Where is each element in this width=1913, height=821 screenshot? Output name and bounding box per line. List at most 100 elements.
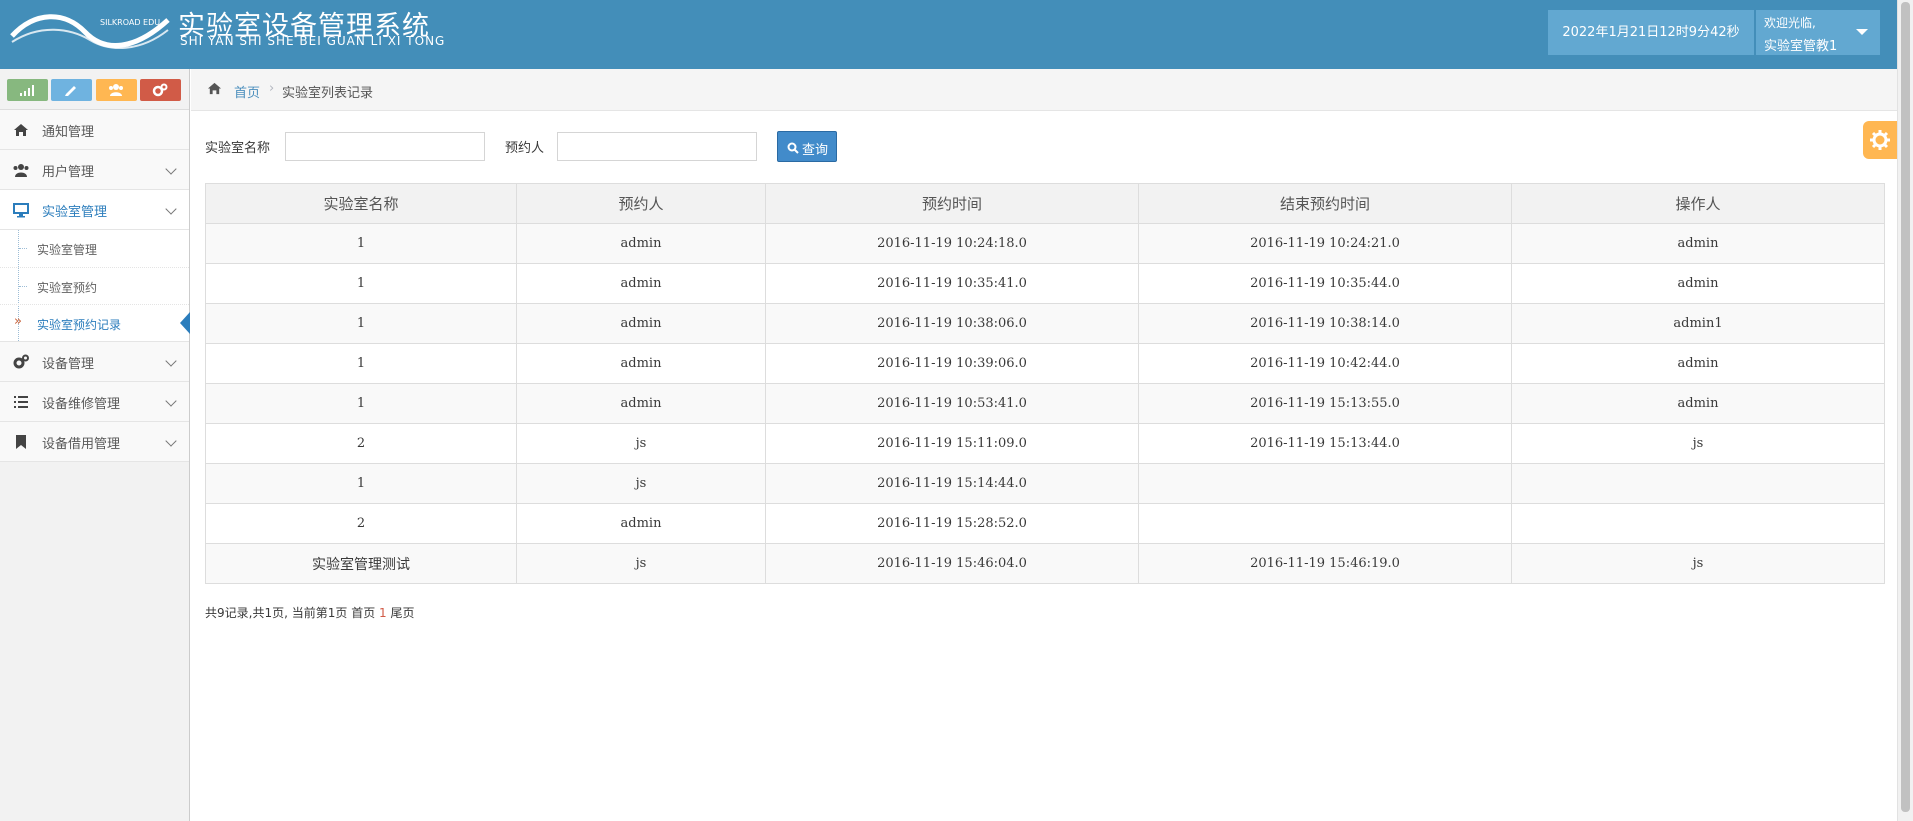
table-header-row: 实验室名称 预约人 预约时间 结束预约时间 操作人	[205, 183, 1885, 224]
table-cell: 2016-11-19 10:39:06.0	[765, 343, 1139, 384]
user-menu-toggle[interactable]: 欢迎光临, 实验室管教1	[1756, 10, 1880, 55]
reservation-table: 实验室名称 预约人 预约时间 结束预约时间 操作人 1 admin 2016-1…	[205, 183, 1885, 584]
table-cell	[1138, 463, 1512, 504]
breadcrumb-separator: ›	[269, 81, 275, 96]
sidebar-item-label: 实验室管理	[42, 205, 108, 220]
submenu-item-lab-reserve-record[interactable]: » 实验室预约记录	[0, 304, 190, 341]
table-cell: 2016-11-19 10:53:41.0	[765, 383, 1139, 424]
table-cell: 2	[205, 423, 517, 464]
chevron-down-icon	[165, 163, 177, 175]
column-header: 操作人	[1511, 183, 1885, 224]
table-cell: 1	[205, 383, 517, 424]
column-header: 预约人	[516, 183, 766, 224]
table-row: 1 admin 2016-11-19 10:35:41.0 2016-11-19…	[205, 263, 1885, 304]
sidebar-item-equipment[interactable]: 设备管理	[0, 342, 189, 382]
table-cell: 1	[205, 263, 517, 304]
sidebar-item-notice[interactable]: 通知管理	[0, 110, 189, 150]
sidebar: 通知管理 用户管理 实验室管理 实验室管理 实验室预约 » 实验室预约记录 设备…	[0, 69, 190, 821]
table-row: 2 js 2016-11-19 15:11:09.0 2016-11-19 15…	[205, 423, 1885, 464]
shortcut-signal-button[interactable]	[7, 79, 48, 101]
sidebar-shortcuts	[0, 69, 189, 110]
column-header: 结束预约时间	[1138, 183, 1512, 224]
last-page-link[interactable]: 尾页	[391, 606, 415, 620]
table-row: 1 js 2016-11-19 15:14:44.0	[205, 463, 1885, 504]
app-header: SILKROAD EDU 实验室设备管理系统 SHI YAN SHI SHE B…	[0, 0, 1897, 69]
pagination: 共9记录,共1页, 当前第1页 首页 1 尾页	[205, 604, 415, 621]
chevron-down-icon	[165, 355, 177, 367]
settings-toggle-button[interactable]	[1863, 121, 1897, 159]
pencil-icon	[65, 86, 76, 96]
submenu-item-lab-reserve[interactable]: 实验室预约	[0, 267, 189, 304]
current-datetime: 2022年1月21日12时9分42秒	[1548, 10, 1754, 55]
table-cell: 2016-11-19 15:28:52.0	[765, 503, 1139, 544]
table-cell	[1138, 503, 1512, 544]
submenu-item-label: 实验室预约	[37, 281, 98, 295]
table-cell: 2016-11-19 10:35:41.0	[765, 263, 1139, 304]
cogs-icon	[152, 83, 168, 97]
table-cell: 2016-11-19 10:38:06.0	[765, 303, 1139, 344]
table-row: 2 admin 2016-11-19 15:28:52.0	[205, 503, 1885, 544]
sidebar-item-label: 设备借用管理	[42, 437, 121, 452]
current-page-link[interactable]: 1	[379, 606, 387, 620]
pagination-summary: 共9记录,共1页, 当前第1页	[205, 606, 348, 620]
search-button[interactable]: 查询	[777, 131, 837, 162]
desktop-icon	[13, 203, 29, 218]
table-cell: 2016-11-19 10:38:14.0	[1138, 303, 1512, 344]
shortcut-users-button[interactable]	[96, 79, 137, 101]
table-cell: 2016-11-19 15:46:19.0	[1138, 543, 1512, 584]
username: 实验室管教1	[1764, 39, 1838, 54]
table-cell: 2016-11-19 15:13:44.0	[1138, 423, 1512, 464]
table-cell: 2016-11-19 15:46:04.0	[765, 543, 1139, 584]
table-cell: admin	[1511, 223, 1885, 264]
submenu-item-label: 实验室管理	[37, 243, 98, 257]
welcome-text: 欢迎光临,	[1764, 16, 1816, 30]
submenu-item-lab-manage[interactable]: 实验室管理	[0, 230, 189, 267]
chevron-down-icon	[165, 203, 177, 215]
breadcrumb: 首页 › 实验室列表记录	[191, 69, 1897, 111]
table-cell: admin	[1511, 263, 1885, 304]
lab-name-input[interactable]	[285, 132, 485, 161]
tree-dash	[19, 248, 27, 249]
sidebar-item-users[interactable]: 用户管理	[0, 150, 189, 190]
table-cell: 1	[205, 343, 517, 384]
table-cell: admin	[516, 263, 766, 304]
table-cell	[1511, 503, 1885, 544]
breadcrumb-current: 实验室列表记录	[282, 86, 374, 101]
table-cell: 2016-11-19 15:14:44.0	[765, 463, 1139, 504]
breadcrumb-home-link[interactable]: 首页	[234, 82, 260, 101]
sidebar-item-label: 设备维修管理	[42, 397, 121, 412]
users-icon	[13, 164, 29, 177]
page-scrollbar[interactable]	[1897, 0, 1913, 821]
table-cell: 2016-11-19 15:13:55.0	[1138, 383, 1512, 424]
active-pointer-icon	[180, 312, 190, 334]
reserver-input[interactable]	[557, 132, 757, 161]
table-cell: js	[516, 463, 766, 504]
submenu-item-label: 实验室预约记录	[37, 318, 122, 332]
table-cell: 实验室管理测试	[205, 543, 517, 584]
lab-name-label: 实验室名称	[205, 141, 271, 156]
table-cell: admin	[1511, 383, 1885, 424]
sidebar-item-label: 通知管理	[42, 125, 95, 140]
table-cell: admin	[516, 223, 766, 264]
table-cell: admin	[516, 343, 766, 384]
table-cell: 2016-11-19 10:35:44.0	[1138, 263, 1512, 304]
table-cell: admin1	[1511, 303, 1885, 344]
table-cell: 2016-11-19 10:24:18.0	[765, 223, 1139, 264]
search-icon	[787, 142, 799, 154]
scrollbar-thumb[interactable]	[1901, 2, 1910, 812]
sidebar-item-label: 设备管理	[42, 357, 95, 372]
double-angle-right-icon: »	[14, 314, 22, 329]
sidebar-item-borrow[interactable]: 设备借用管理	[0, 422, 189, 462]
shortcut-pencil-button[interactable]	[51, 79, 92, 101]
users-icon	[109, 84, 123, 96]
sidebar-item-lab[interactable]: 实验室管理	[0, 190, 189, 230]
table-cell: js	[1511, 423, 1885, 464]
table-cell: admin	[516, 503, 766, 544]
gear-icon	[1870, 130, 1890, 150]
table-cell: 2016-11-19 10:24:21.0	[1138, 223, 1512, 264]
table-cell: js	[516, 543, 766, 584]
caret-down-icon	[1856, 29, 1868, 35]
shortcut-cogs-button[interactable]	[140, 79, 181, 101]
first-page-link[interactable]: 首页	[351, 606, 375, 620]
sidebar-item-repair[interactable]: 设备维修管理	[0, 382, 189, 422]
